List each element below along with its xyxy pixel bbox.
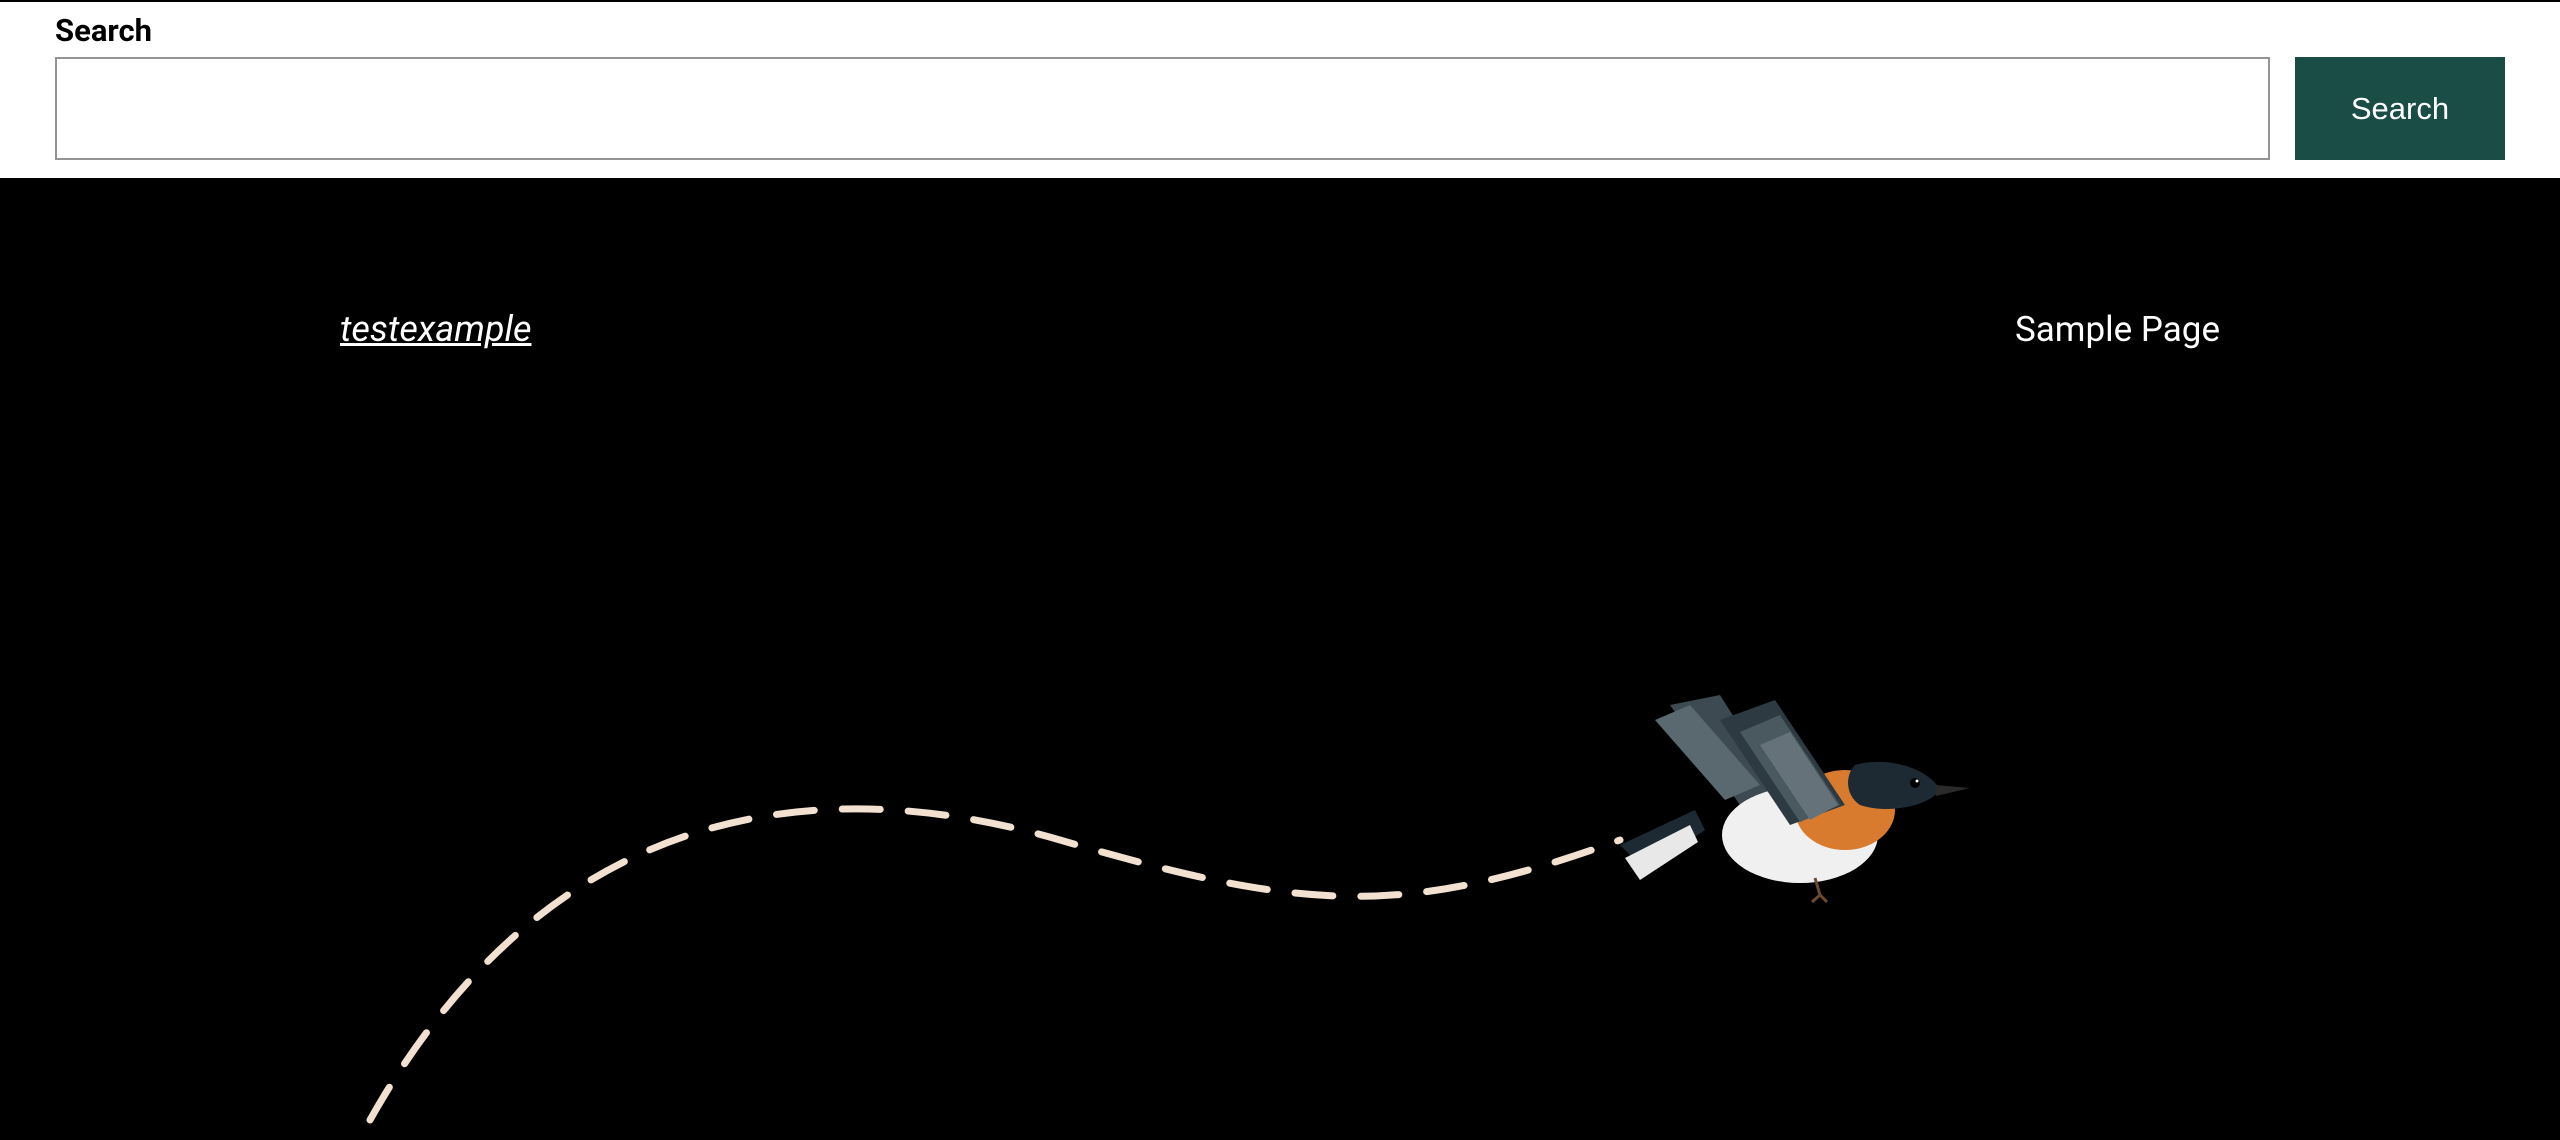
nav-link-sample-page[interactable]: Sample Page [2015,309,2220,350]
search-row: Search [55,57,2505,160]
bird-icon [1620,695,1970,902]
site-title-link[interactable]: testexample [340,308,531,350]
search-bar: Search Search [0,0,2560,180]
search-button[interactable]: Search [2295,57,2505,160]
search-label: Search [55,12,2505,49]
search-input[interactable] [55,57,2270,160]
header-nav: testexample Sample Page [0,180,2560,350]
hero-section: testexample Sample Page [0,180,2560,1065]
hero-illustration [300,640,2100,1140]
flight-trail-icon [370,809,1620,1120]
